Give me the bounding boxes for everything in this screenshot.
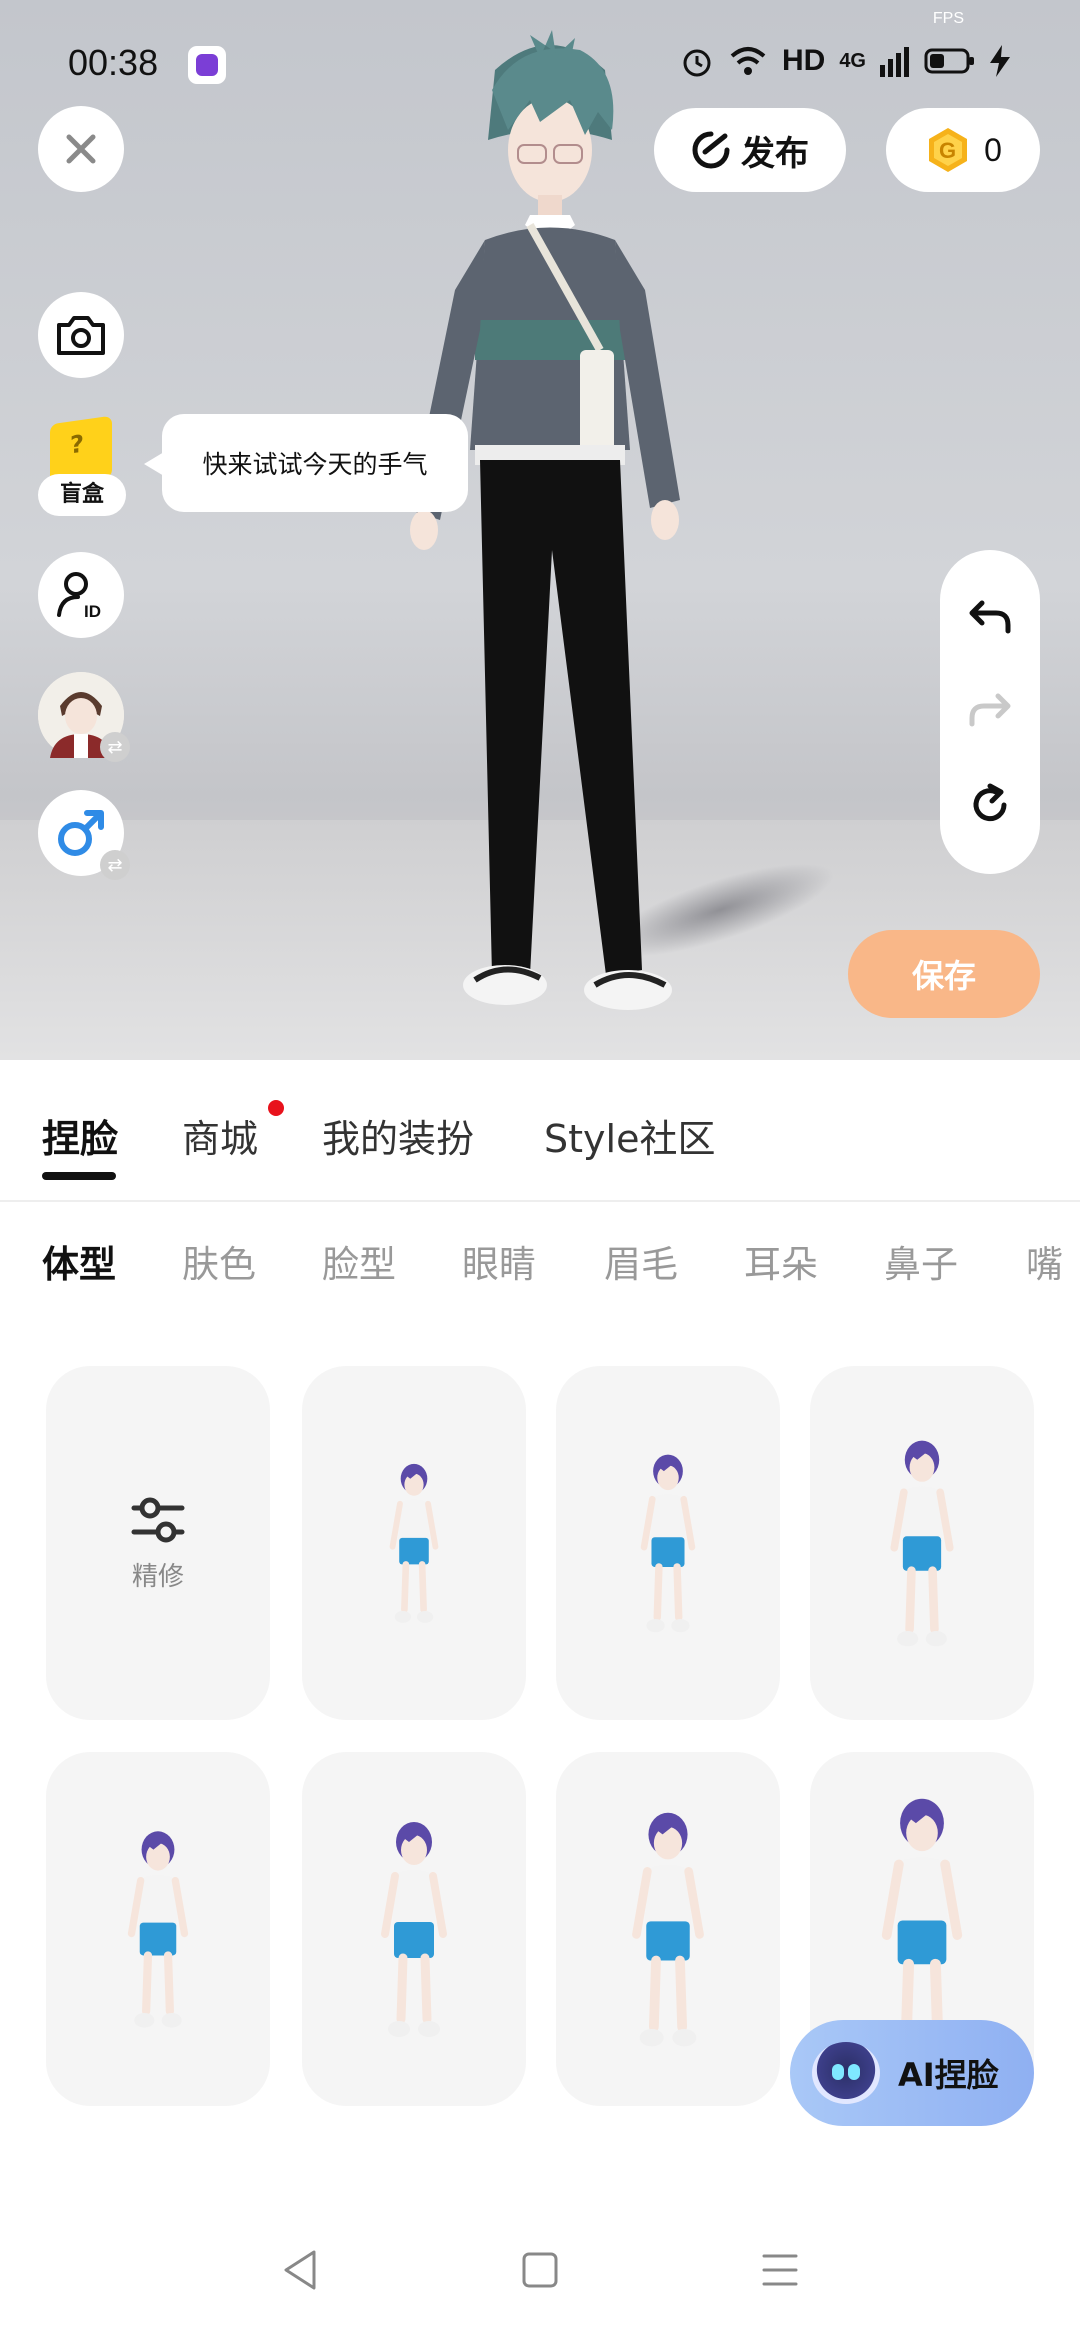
signal-icon	[880, 47, 909, 77]
redo-icon[interactable]	[968, 690, 1012, 730]
fps-label: FPS	[932, 10, 964, 27]
profile-id-button[interactable]: ID	[38, 552, 124, 638]
swap-icon: ⇄	[100, 732, 130, 762]
body-preset-figure	[890, 1440, 954, 1647]
hd-label: HD	[781, 44, 826, 77]
body-preset-figure	[381, 1822, 447, 2037]
body-preset-3[interactable]	[810, 1366, 1034, 1720]
reset-icon[interactable]	[968, 783, 1012, 827]
body-preset-6[interactable]	[556, 1752, 780, 2106]
blind-box-label: 盲盒	[38, 474, 126, 516]
wifi-icon	[730, 47, 766, 75]
body-preset-1[interactable]	[302, 1366, 526, 1720]
body-preset-figure	[127, 1831, 189, 2028]
tab-store[interactable]: 商城	[182, 1108, 258, 1163]
close-button[interactable]	[38, 106, 124, 192]
svg-text:G: G	[939, 138, 956, 163]
history-panel	[940, 550, 1040, 874]
battery-icon	[924, 48, 974, 74]
subtab-nose[interactable]: 鼻子	[884, 1234, 958, 1288]
alarm-icon	[683, 49, 711, 77]
body-preset-figure	[389, 1463, 439, 1623]
swap-icon: ⇄	[100, 850, 130, 880]
subtab-eyebrows[interactable]: 眉毛	[604, 1234, 678, 1288]
body-preset-5[interactable]	[302, 1752, 526, 2106]
ai-robot-icon	[812, 2042, 880, 2104]
menu-icon[interactable]	[760, 2252, 800, 2288]
back-icon[interactable]	[280, 2248, 320, 2292]
subtab-ears[interactable]: 耳朵	[744, 1234, 818, 1288]
status-time: 00:38	[68, 42, 159, 83]
refine-label: 精修	[131, 1561, 184, 1592]
coin-balance-button[interactable]: G 0	[886, 108, 1040, 192]
charging-icon	[990, 45, 1010, 77]
subtab-face-shape[interactable]: 脸型	[322, 1234, 396, 1288]
publish-icon	[692, 131, 730, 169]
home-icon[interactable]	[520, 2250, 560, 2290]
coin-count: 0	[984, 131, 1002, 168]
app-notification-icon	[188, 46, 226, 84]
subtab-skin-color[interactable]: 肤色	[182, 1234, 256, 1288]
system-nav-bar	[0, 2200, 1080, 2340]
sub-tab-bar: 体型 肤色 脸型 眼睛 眉毛 耳朵 鼻子 嘴	[0, 1204, 1080, 1320]
store-notification-dot	[268, 1100, 284, 1116]
publish-button[interactable]: 发布	[654, 108, 846, 192]
svg-text:ID: ID	[84, 602, 101, 621]
ai-face-button[interactable]: AI捏脸	[790, 2020, 1034, 2126]
active-tab-indicator	[42, 1172, 116, 1180]
main-tab-bar: 捏脸 商城 我的装扮 Style社区	[0, 1060, 1080, 1202]
tab-style-community[interactable]: Style社区	[544, 1108, 715, 1163]
user-id-icon: ID	[57, 572, 101, 621]
undo-icon[interactable]	[968, 597, 1012, 637]
close-icon	[66, 134, 96, 164]
male-gender-icon	[58, 810, 104, 856]
status-icons: HD 4G	[680, 44, 1010, 78]
ai-face-label: AI捏脸	[898, 2056, 999, 2094]
refine-button[interactable]: 精修	[46, 1366, 270, 1720]
blind-box-tooltip: 快来试试今天的手气	[144, 414, 468, 512]
subtab-eyes[interactable]: 眼睛	[462, 1234, 536, 1288]
tab-my-outfits[interactable]: 我的装扮	[322, 1108, 474, 1163]
tab-face-edit[interactable]: 捏脸	[42, 1108, 118, 1163]
body-preset-figure	[632, 1812, 704, 2047]
blind-box-button[interactable]: 盲盒	[38, 415, 128, 520]
camera-icon	[57, 316, 105, 355]
sliders-icon	[131, 1497, 185, 1542]
body-preset-2[interactable]	[556, 1366, 780, 1720]
network-label: 4G	[839, 49, 866, 72]
body-preset-figure	[640, 1454, 696, 1633]
camera-button[interactable]	[38, 292, 124, 378]
publish-label: 发布	[741, 133, 809, 174]
subtab-mouth[interactable]: 嘴	[1026, 1234, 1063, 1288]
character-switch-button[interactable]: ⇄	[38, 672, 130, 762]
gender-switch-button[interactable]: ⇄	[38, 790, 130, 880]
subtab-body-shape[interactable]: 体型	[42, 1234, 116, 1288]
save-button[interactable]: 保存	[848, 930, 1040, 1018]
coin-icon: G	[929, 128, 968, 172]
body-preset-4[interactable]	[46, 1752, 270, 2106]
